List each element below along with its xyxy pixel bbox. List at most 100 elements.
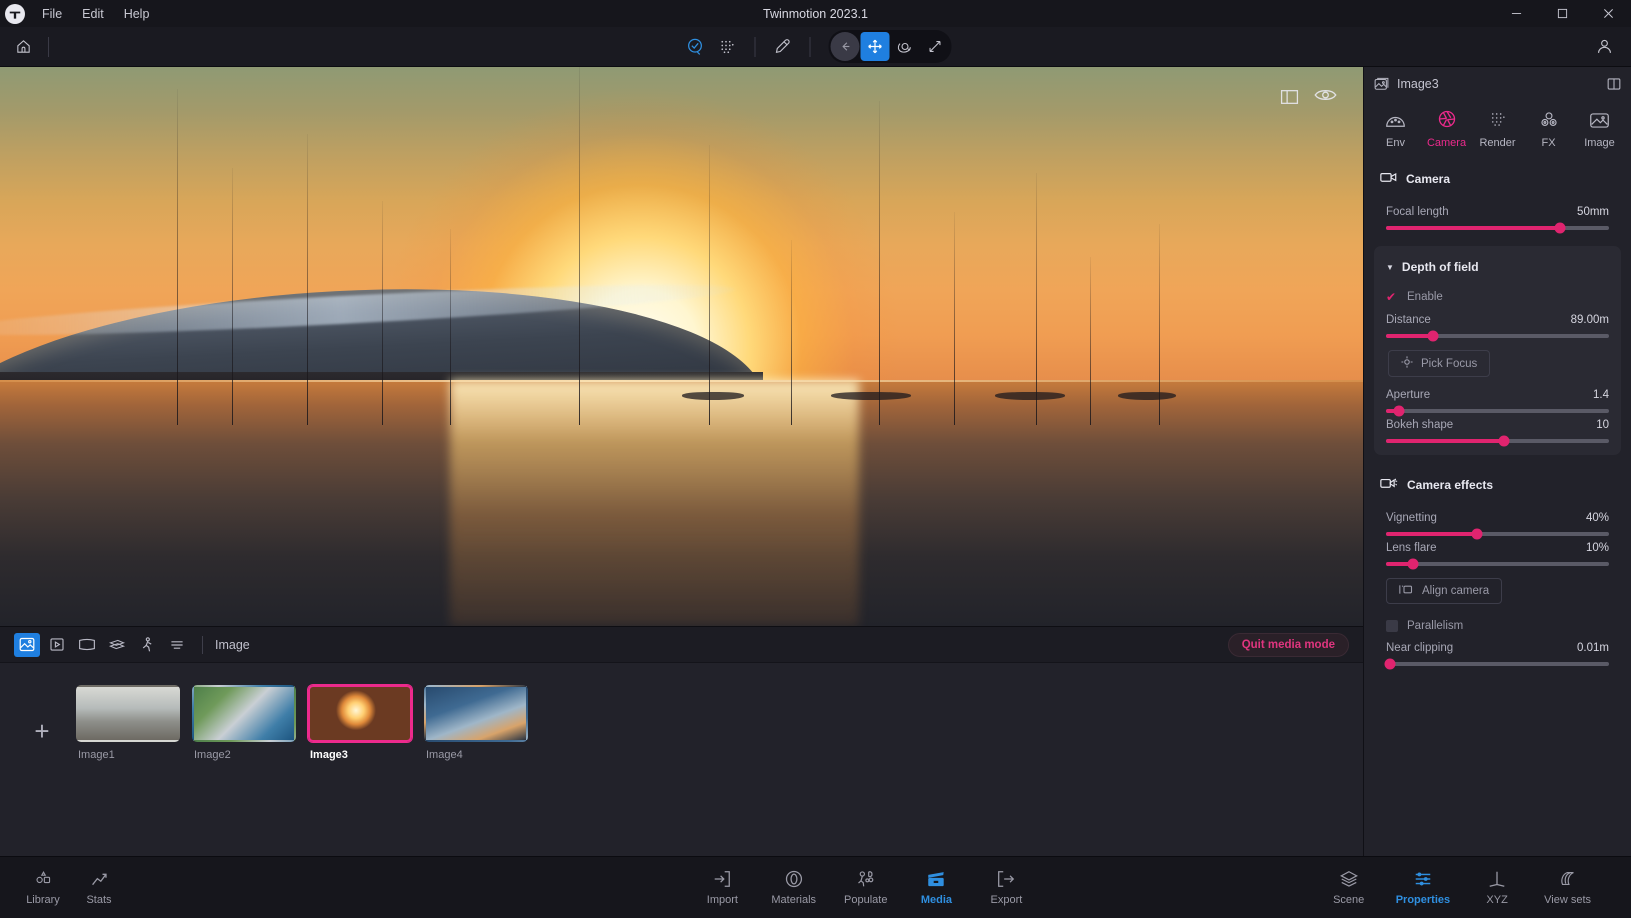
panel-toggle-icon[interactable] — [1607, 77, 1621, 91]
media-thumbnail[interactable] — [192, 685, 296, 742]
align-camera-button[interactable]: Align camera — [1386, 578, 1502, 604]
focal-length-value: 50mm — [1577, 206, 1609, 218]
dither-grid-icon[interactable] — [712, 32, 742, 62]
close-button[interactable] — [1585, 0, 1631, 27]
vignetting-slider[interactable] — [1386, 532, 1609, 536]
media-type-label: Image — [215, 638, 250, 652]
title-bar: File Edit Help Twinmotion 2023.1 — [0, 0, 1631, 27]
image-media-icon — [1374, 77, 1389, 91]
bottom-item-view-sets[interactable]: View sets — [1544, 869, 1591, 906]
eyedropper-icon[interactable] — [767, 32, 797, 62]
media-label: Image3 — [308, 749, 412, 761]
walkthrough-media-icon[interactable] — [134, 633, 160, 657]
focal-length-label: Focal length — [1386, 206, 1449, 218]
media-item-3[interactable]: Image3 — [308, 685, 412, 761]
split-layout-icon[interactable] — [1280, 89, 1299, 105]
distance-slider[interactable] — [1386, 334, 1609, 338]
dof-enable-row[interactable]: ✔ Enable — [1380, 280, 1615, 308]
toolbar-divider-2 — [754, 37, 755, 57]
sailboat-mast — [177, 89, 178, 424]
populate-icon — [856, 869, 876, 889]
image-media-icon[interactable] — [14, 633, 40, 657]
aperture-value: 1.4 — [1593, 389, 1609, 401]
tab-label: Render — [1479, 137, 1515, 149]
parallelism-row[interactable]: Parallelism — [1380, 610, 1615, 636]
bottom-item-export[interactable]: Export — [985, 869, 1027, 906]
bottom-item-import[interactable]: Import — [701, 869, 743, 906]
bottom-item-populate[interactable]: Populate — [844, 869, 887, 906]
bottom-item-label: XYZ — [1486, 894, 1507, 906]
camera-section-title: Camera — [1380, 171, 1615, 186]
selection-check-icon[interactable] — [680, 32, 710, 62]
window-controls — [1493, 0, 1631, 27]
eye-icon[interactable] — [1314, 87, 1337, 103]
tab-label: Image — [1584, 137, 1615, 149]
aperture-slider[interactable] — [1386, 409, 1609, 413]
bottom-item-library[interactable]: Library — [22, 870, 64, 906]
menu-help[interactable]: Help — [115, 4, 159, 24]
media-thumbnail[interactable] — [308, 685, 412, 742]
axes-icon — [1487, 869, 1507, 889]
minimize-button[interactable] — [1493, 0, 1539, 27]
media-thumbnail[interactable] — [424, 685, 528, 742]
viewport-3d[interactable] — [0, 67, 1363, 626]
sailboat-mast — [709, 145, 710, 425]
check-icon[interactable]: ✔ — [1386, 290, 1398, 304]
media-item-1[interactable]: Image1 — [76, 685, 180, 761]
bottom-item-xyz[interactable]: XYZ — [1476, 869, 1518, 906]
bottom-item-label: Stats — [86, 894, 111, 906]
list-media-icon[interactable] — [164, 633, 190, 657]
dof-distance-row: Distance 89.00m — [1380, 308, 1615, 338]
menu-edit[interactable]: Edit — [73, 4, 113, 24]
bokeh-shape-value: 10 — [1596, 419, 1609, 431]
media-item-4[interactable]: Image4 — [424, 685, 528, 761]
move-gizmo-icon[interactable] — [860, 32, 889, 61]
maximize-button[interactable] — [1539, 0, 1585, 27]
home-icon[interactable] — [8, 32, 38, 62]
aperture-row: Aperture 1.4 — [1380, 383, 1615, 413]
add-media-button[interactable]: + — [22, 711, 62, 751]
bottom-toolbar: Library Stats Import — [0, 856, 1631, 918]
tab-image[interactable]: Image — [1575, 112, 1625, 149]
media-thumbnail[interactable] — [76, 685, 180, 742]
tab-render[interactable]: Render — [1473, 110, 1523, 149]
user-account-icon[interactable] — [1591, 34, 1617, 60]
bokeh-shape-slider[interactable] — [1386, 439, 1609, 443]
lens-flare-slider[interactable] — [1386, 562, 1609, 566]
panorama-media-icon[interactable] — [74, 633, 100, 657]
camera-effects-section: Camera effects Vignetting 40% Lens — [1364, 465, 1631, 676]
vignetting-label: Vignetting — [1386, 512, 1437, 524]
tab-fx[interactable]: FX — [1524, 111, 1574, 149]
bottom-item-label: Import — [707, 894, 738, 906]
sailboat-mast — [382, 201, 383, 425]
tab-camera[interactable]: Camera — [1422, 109, 1472, 149]
bottom-item-materials[interactable]: Materials — [771, 869, 816, 906]
window-title: Twinmotion 2023.1 — [0, 7, 1631, 21]
media-toolbar: Image Quit media mode — [0, 626, 1363, 662]
chevron-down-icon[interactable]: ▼ — [1386, 263, 1394, 272]
bottom-item-label: Populate — [844, 894, 887, 906]
back-arrow-icon[interactable] — [830, 32, 859, 61]
checkbox-icon[interactable] — [1386, 620, 1398, 632]
pick-focus-button[interactable]: Pick Focus — [1388, 350, 1490, 377]
scale-gizmo-icon[interactable] — [920, 32, 949, 61]
main-body: Image Quit media mode + Image1 Image2 — [0, 67, 1631, 856]
bottom-item-scene[interactable]: Scene — [1328, 869, 1370, 906]
rotate-gizmo-icon[interactable] — [890, 32, 919, 61]
vignetting-value: 40% — [1586, 512, 1609, 524]
bottom-item-stats[interactable]: Stats — [78, 870, 120, 906]
quit-media-mode-button[interactable]: Quit media mode — [1228, 633, 1349, 657]
presentation-media-icon[interactable] — [104, 633, 130, 657]
sun-reflection — [450, 380, 859, 626]
depth-of-field-title[interactable]: ▼ Depth of field — [1380, 250, 1615, 280]
menu-file[interactable]: File — [33, 4, 71, 24]
tab-env[interactable]: Env — [1371, 113, 1421, 149]
video-media-icon[interactable] — [44, 633, 70, 657]
bottom-item-media[interactable]: Media — [915, 869, 957, 906]
distance-label: Distance — [1386, 314, 1431, 326]
near-clipping-slider[interactable] — [1386, 662, 1609, 666]
dof-enable-label: Enable — [1407, 291, 1443, 303]
focal-length-slider[interactable] — [1386, 226, 1609, 230]
media-item-2[interactable]: Image2 — [192, 685, 296, 761]
bottom-item-properties[interactable]: Properties — [1396, 869, 1450, 906]
